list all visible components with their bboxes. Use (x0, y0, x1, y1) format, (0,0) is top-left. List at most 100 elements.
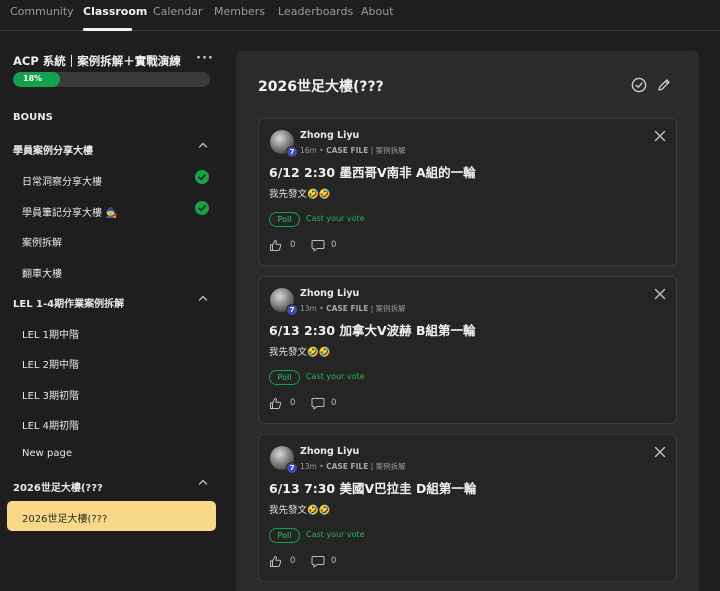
sidebar-item-label: LEL 3期初階 (22, 391, 80, 402)
post-author[interactable]: Zhong Liyu (300, 288, 359, 299)
poll-badge: Poll (269, 212, 300, 227)
sidebar-section[interactable]: LEL 1-4期作業案例拆解 (0, 295, 222, 323)
sidebar-item[interactable]: 翻車大樓 (0, 265, 222, 293)
more-dots-icon[interactable]: ··· (196, 51, 214, 66)
circle-check-icon[interactable] (631, 77, 647, 93)
check-circle-icon (195, 170, 209, 184)
sidebar-item-label: 案例拆解 (22, 238, 62, 249)
chevron-up-icon[interactable] (197, 476, 209, 488)
sidebar-item-label: BOUNS (13, 112, 53, 123)
pencil-icon[interactable] (656, 77, 672, 93)
sidebar-item-label: 2026世足大樓(??? (22, 514, 108, 525)
cast-vote-link[interactable]: Cast your vote (306, 214, 365, 223)
sidebar-item-label: 翻車大樓 (22, 269, 62, 280)
sidebar-item[interactable]: 日常洞察分享大樓 (0, 170, 222, 201)
close-icon[interactable] (653, 445, 667, 459)
tab-leaderboards[interactable]: Leaderboards (278, 5, 353, 18)
comment-icon[interactable] (311, 397, 325, 410)
cast-vote-link[interactable]: Cast your vote (306, 372, 365, 381)
thumbs-up-icon[interactable] (269, 555, 282, 568)
sidebar-item[interactable]: New page (0, 448, 222, 476)
course-title: ACP 系統｜案例拆解＋實戰演練 (13, 54, 181, 68)
level-badge: 7 (286, 146, 298, 158)
course-progress-bar: 18% (13, 72, 210, 87)
sidebar-item-label: 學員筆記分享大樓 🧙 (22, 208, 118, 219)
comment-count: 0 (331, 556, 337, 566)
post-category: CASE FILE (326, 462, 369, 471)
like-count: 0 (290, 240, 296, 250)
sidebar-item[interactable]: 學員筆記分享大樓 🧙 (0, 201, 222, 232)
post-author[interactable]: Zhong Liyu (300, 446, 359, 457)
sidebar-item[interactable]: 案例拆解 (0, 234, 222, 262)
post-title[interactable]: 6/12 2:30 墨西哥V南非 A組的一輪 (269, 162, 476, 181)
tab-members[interactable]: Members (214, 5, 265, 18)
like-count: 0 (290, 398, 296, 408)
post-author[interactable]: Zhong Liyu (300, 130, 359, 141)
post-category: CASE FILE (326, 146, 369, 155)
tab-calendar[interactable]: Calendar (153, 5, 202, 18)
sidebar-item[interactable]: LEL 1期中階 (0, 326, 222, 354)
sidebar-item[interactable]: LEL 4期初階 (0, 417, 222, 445)
post-title[interactable]: 6/13 7:30 美國V巴拉圭 D組第一輪 (269, 478, 476, 497)
top-nav: Community Classroom Calendar Members Lea… (0, 0, 720, 31)
active-tab-indicator (83, 28, 132, 31)
post-subcategory: 案例拆解 (375, 462, 406, 471)
post-body: 我先發文🤣🤣 (269, 505, 331, 516)
meta-separator: • (316, 462, 327, 471)
poll-badge: Poll (269, 528, 300, 543)
thumbs-up-icon[interactable] (269, 239, 282, 252)
sidebar-item-label: 2026世足大樓(??? (13, 483, 103, 494)
comment-count: 0 (331, 240, 337, 250)
sidebar-item-label: New page (22, 448, 72, 459)
sidebar-item[interactable]: LEL 3期初階 (0, 387, 222, 415)
post-subcategory: 案例拆解 (375, 304, 406, 313)
sidebar-item-label: 學員案例分享大樓 (13, 146, 93, 157)
post-card[interactable]: 7 Zhong Liyu 16m • CASE FILE | 案例拆解 6/12 2:… (258, 118, 677, 266)
post-meta: 13m • CASE FILE | 案例拆解 (300, 303, 406, 314)
like-count: 0 (290, 556, 296, 566)
post-body: 我先發文🤣🤣 (269, 189, 331, 200)
level-badge: 7 (286, 304, 298, 316)
thumbs-up-icon[interactable] (269, 397, 282, 410)
sidebar-item-label: LEL 4期初階 (22, 421, 80, 432)
post-title[interactable]: 6/13 2:30 加拿大V波赫 B組第一輪 (269, 320, 476, 339)
tab-community[interactable]: Community (10, 5, 74, 18)
sidebar-item[interactable]: LEL 2期中階 (0, 356, 222, 384)
meta-divider: | (368, 146, 376, 155)
meta-divider: | (368, 462, 376, 471)
post-card[interactable]: 7 Zhong Liyu 13m • CASE FILE | 案例拆解 6/13 7:… (258, 434, 677, 582)
post-meta: 13m • CASE FILE | 案例拆解 (300, 461, 406, 472)
close-icon[interactable] (653, 129, 667, 143)
meta-separator: • (316, 146, 327, 155)
level-badge: 7 (286, 462, 298, 474)
close-icon[interactable] (653, 287, 667, 301)
tab-about[interactable]: About (361, 5, 394, 18)
cast-vote-link[interactable]: Cast your vote (306, 530, 365, 539)
meta-separator: • (316, 304, 327, 313)
post-subcategory: 案例拆解 (375, 146, 406, 155)
sidebar-item-label: LEL 1-4期作業案例拆解 (13, 299, 125, 310)
sidebar-item-label: 日常洞察分享大樓 (22, 177, 102, 188)
sidebar-item-active[interactable]: 2026世足大樓(??? (7, 501, 216, 531)
progress-label: 18% (23, 74, 43, 83)
post-meta: 16m • CASE FILE | 案例拆解 (300, 145, 406, 156)
post-category: CASE FILE (326, 304, 369, 313)
post-body: 我先發文🤣🤣 (269, 347, 331, 358)
post-time: 13m (300, 462, 317, 471)
post-card[interactable]: 7 Zhong Liyu 13m • CASE FILE | 案例拆解 6/13 2:… (258, 276, 677, 424)
chevron-up-icon[interactable] (197, 139, 209, 151)
sidebar-item-label: LEL 2期中階 (22, 360, 80, 371)
comment-icon[interactable] (311, 239, 325, 252)
comment-count: 0 (331, 398, 337, 408)
sidebar-section[interactable]: 學員案例分享大樓 (0, 142, 222, 170)
sidebar-section[interactable]: BOUNS (0, 112, 222, 140)
check-circle-icon (195, 201, 209, 215)
meta-divider: | (368, 304, 376, 313)
poll-badge: Poll (269, 370, 300, 385)
page-title: 2026世足大樓(??? (258, 79, 384, 95)
post-time: 16m (300, 146, 317, 155)
post-time: 13m (300, 304, 317, 313)
comment-icon[interactable] (311, 555, 325, 568)
chevron-up-icon[interactable] (197, 292, 209, 304)
tab-classroom[interactable]: Classroom (83, 5, 147, 18)
